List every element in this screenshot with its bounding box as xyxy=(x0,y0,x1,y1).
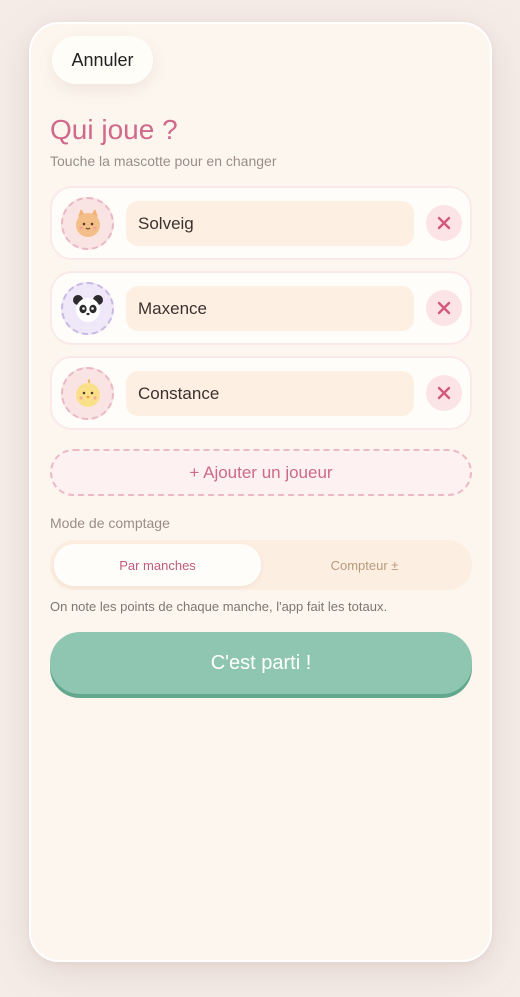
mode-option-counter[interactable]: Compteur ± xyxy=(261,544,468,586)
cancel-button[interactable]: Annuler xyxy=(52,36,153,84)
remove-player-button[interactable] xyxy=(426,375,462,411)
player-row xyxy=(50,356,472,430)
page-subtitle: Touche la mascotte pour en changer xyxy=(50,153,277,169)
remove-player-button[interactable] xyxy=(426,290,462,326)
mascot-picker[interactable] xyxy=(61,197,114,250)
mode-description: On note les points de chaque manche, l'a… xyxy=(50,599,388,614)
player-name-input[interactable] xyxy=(126,201,414,246)
mascot-picker[interactable] xyxy=(61,282,114,335)
start-game-button[interactable]: C'est parti ! xyxy=(50,632,472,694)
mascot-picker[interactable] xyxy=(61,367,114,420)
close-icon xyxy=(437,301,451,315)
mode-option-rounds[interactable]: Par manches xyxy=(54,544,261,586)
panda-icon xyxy=(72,294,103,322)
page-title: Qui joue ? xyxy=(50,114,178,145)
player-row xyxy=(50,186,472,260)
player-name-input[interactable] xyxy=(126,286,414,331)
remove-player-button[interactable] xyxy=(426,205,462,241)
player-name-input[interactable] xyxy=(126,371,414,416)
cat-icon xyxy=(75,208,100,237)
player-list xyxy=(50,186,472,441)
close-icon xyxy=(437,216,451,230)
chick-icon xyxy=(75,379,100,407)
mode-segmented-control: Par manches Compteur ± xyxy=(50,540,472,590)
close-icon xyxy=(437,386,451,400)
app-screen: Annuler Qui joue ? Touche la mascotte po… xyxy=(29,22,492,962)
add-player-button[interactable]: + Ajouter un joueur xyxy=(50,449,472,496)
mode-label: Mode de comptage xyxy=(50,515,170,531)
player-row xyxy=(50,271,472,345)
